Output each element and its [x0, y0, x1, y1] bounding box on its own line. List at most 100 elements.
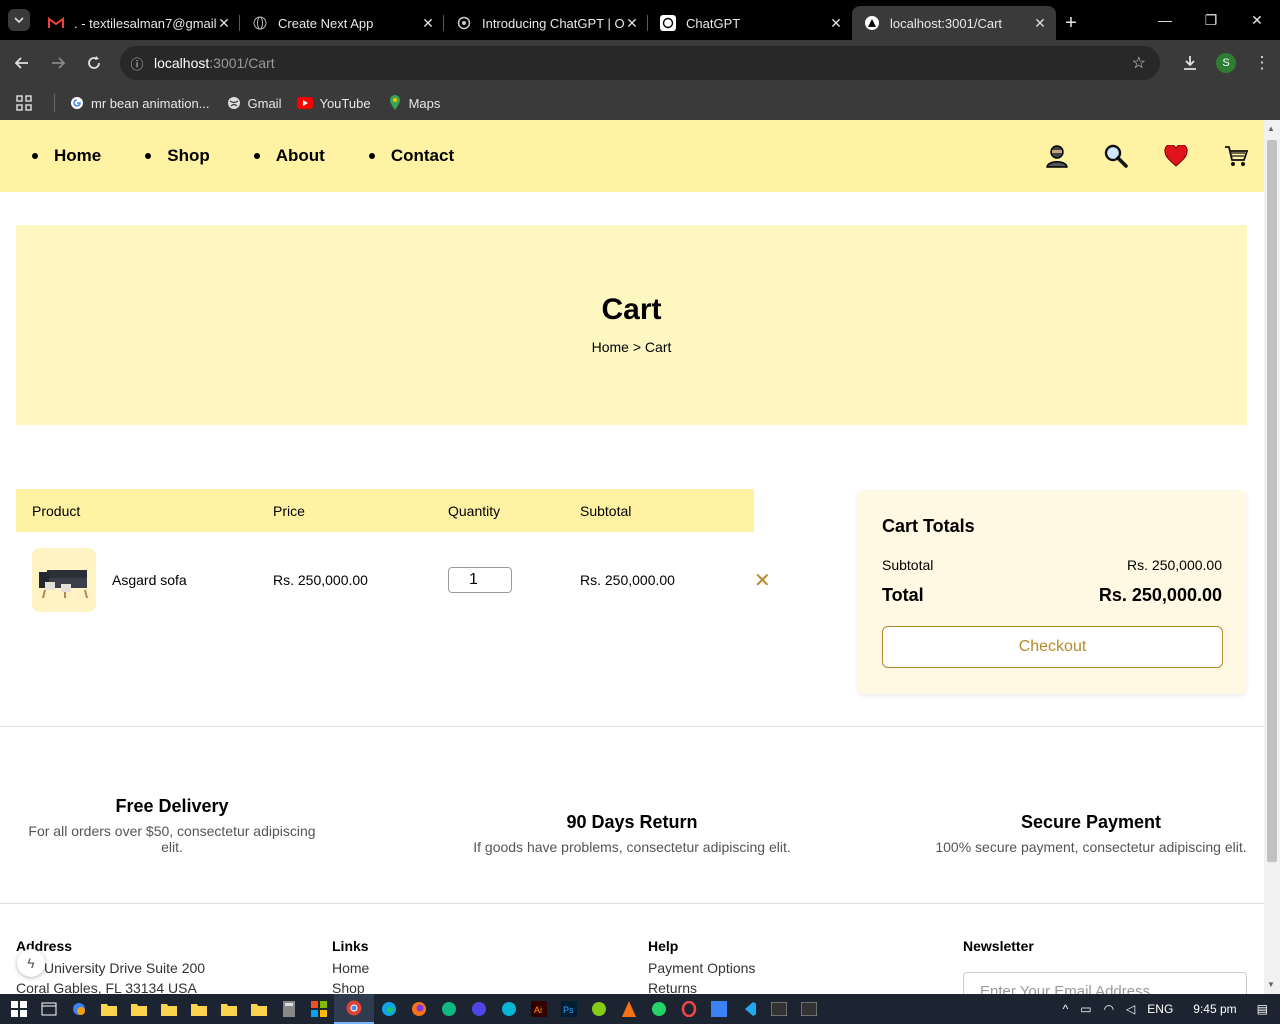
notification-icon[interactable]: ▤: [1257, 1002, 1268, 1016]
windows-start-icon[interactable]: [4, 994, 34, 1024]
browser-tab-create-next-app[interactable]: Create Next App ✕: [240, 6, 444, 40]
close-window-icon[interactable]: ✕: [1234, 0, 1280, 40]
browser-tab-introducing-chatgpt[interactable]: Introducing ChatGPT | Op ✕: [444, 6, 648, 40]
restore-icon[interactable]: ❐: [1188, 0, 1234, 40]
scroll-up-icon[interactable]: ▲: [1267, 124, 1275, 133]
close-icon[interactable]: ✕: [420, 15, 436, 32]
window-controls: — ❐ ✕: [1142, 0, 1280, 40]
nav-shop[interactable]: Shop: [145, 146, 210, 166]
footer-link-payment-options[interactable]: Payment Options: [648, 958, 755, 978]
product-name[interactable]: Asgard sofa: [112, 572, 187, 588]
newsletter-email-input[interactable]: Enter Your Email Address: [963, 972, 1247, 994]
folder-icon[interactable]: [214, 994, 244, 1024]
bookmark-gmail[interactable]: Gmail: [226, 95, 281, 111]
folder-icon[interactable]: [124, 994, 154, 1024]
new-tab-button[interactable]: +: [1056, 6, 1086, 40]
profile-button[interactable]: S: [1208, 45, 1244, 81]
page-scrollbar[interactable]: ▲ ▼: [1264, 120, 1280, 994]
photoshop-icon[interactable]: Ps: [554, 994, 584, 1024]
browser-tab-localhost-cart[interactable]: localhost:3001/Cart ✕: [852, 6, 1056, 40]
battery-icon[interactable]: ▭: [1080, 1002, 1091, 1016]
vlc-icon[interactable]: [614, 994, 644, 1024]
folder-icon[interactable]: [154, 994, 184, 1024]
store-icon[interactable]: [304, 994, 334, 1024]
footer-heading: Newsletter: [963, 938, 1034, 954]
wifi-icon[interactable]: ◠: [1104, 1002, 1114, 1016]
browser-tab-gmail[interactable]: . - textilesalman7@gmail. ✕: [36, 6, 240, 40]
account-icon[interactable]: [1008, 144, 1068, 168]
heart-icon[interactable]: [1128, 145, 1188, 167]
feature-free-delivery: Free Delivery For all orders over $50, c…: [16, 796, 328, 855]
folder-icon[interactable]: [184, 994, 214, 1024]
footer-link-shop[interactable]: Shop: [332, 978, 369, 994]
bookmark-mr-bean[interactable]: mr bean animation...: [69, 95, 210, 111]
back-icon[interactable]: [4, 45, 40, 81]
nav-about[interactable]: About: [254, 146, 325, 166]
task-view-icon[interactable]: [34, 994, 64, 1024]
bookmark-star-icon[interactable]: ☆: [1132, 53, 1146, 73]
tab-search-button[interactable]: [8, 9, 30, 31]
cart-table-header: Product Price Quantity Subtotal: [16, 489, 754, 532]
app-icon[interactable]: [434, 994, 464, 1024]
footer-help: Help Payment Options Returns: [648, 938, 755, 994]
bookmark-youtube[interactable]: YouTube: [297, 95, 371, 111]
google-icon: [69, 95, 85, 111]
minimize-icon[interactable]: —: [1142, 0, 1188, 40]
bookmark-label: YouTube: [319, 95, 371, 111]
close-icon[interactable]: ✕: [1032, 15, 1048, 32]
terminal-icon[interactable]: [794, 994, 824, 1024]
feature-title: Secure Payment: [1020, 812, 1162, 832]
nav-contact[interactable]: Contact: [369, 146, 454, 166]
site-info-icon[interactable]: ⓘ: [120, 54, 154, 73]
reload-icon[interactable]: [76, 45, 112, 81]
app-icon[interactable]: [584, 994, 614, 1024]
lightning-icon[interactable]: ϟ: [17, 949, 45, 977]
menu-icon[interactable]: ⋮: [1244, 45, 1280, 81]
app-icon[interactable]: [464, 994, 494, 1024]
firefox-icon[interactable]: [404, 994, 434, 1024]
tray-chevron-up-icon[interactable]: ^: [1063, 1002, 1069, 1016]
url-field[interactable]: ⓘ localhost :3001/Cart ☆: [120, 46, 1160, 80]
edge-icon[interactable]: [374, 994, 404, 1024]
terminal-icon[interactable]: [764, 994, 794, 1024]
product-thumbnail[interactable]: [32, 548, 96, 612]
illustrator-icon[interactable]: Ai: [524, 994, 554, 1024]
scrollbar-thumb[interactable]: [1267, 140, 1277, 862]
app-icon[interactable]: [494, 994, 524, 1024]
checkout-button[interactable]: Checkout: [882, 626, 1223, 668]
scroll-down-icon[interactable]: ▼: [1267, 980, 1275, 989]
download-icon[interactable]: [1172, 45, 1208, 81]
copilot-icon[interactable]: [64, 994, 94, 1024]
app-icon[interactable]: [704, 994, 734, 1024]
search-icon[interactable]: [1068, 144, 1128, 168]
calculator-icon[interactable]: [274, 994, 304, 1024]
total-label: Total: [882, 585, 924, 605]
footer-link-home[interactable]: Home: [332, 958, 369, 978]
tab-title: ChatGPT: [686, 15, 741, 31]
opera-icon[interactable]: [674, 994, 704, 1024]
folder-icon[interactable]: [94, 994, 124, 1024]
footer-link-returns[interactable]: Returns: [648, 978, 755, 994]
cart-icon[interactable]: [1188, 145, 1248, 167]
browser-tab-chatgpt[interactable]: ChatGPT ✕: [648, 6, 852, 40]
language-indicator[interactable]: ENG: [1147, 1002, 1173, 1016]
forward-icon[interactable]: [40, 45, 76, 81]
bookmark-maps[interactable]: Maps: [387, 95, 441, 111]
close-icon[interactable]: ✕: [216, 15, 232, 32]
close-icon[interactable]: ✕: [624, 15, 640, 32]
bookmark-label: Maps: [408, 95, 441, 111]
close-icon[interactable]: ✕: [828, 15, 844, 32]
volume-icon[interactable]: ◁: [1126, 1002, 1135, 1016]
nav-home[interactable]: Home: [32, 146, 101, 166]
vscode-icon[interactable]: [734, 994, 764, 1024]
cart-totals-title: Cart Totals: [882, 516, 975, 536]
clock[interactable]: 9:45 pm: [1193, 1002, 1236, 1016]
footer-newsletter: Newsletter: [963, 938, 1034, 958]
folder-icon[interactable]: [244, 994, 274, 1024]
whatsapp-icon[interactable]: [644, 994, 674, 1024]
product-cell: Asgard sofa: [16, 548, 273, 612]
quantity-input[interactable]: 1: [448, 567, 512, 593]
apps-icon[interactable]: [16, 95, 32, 111]
chrome-taskbar-icon[interactable]: [334, 994, 374, 1024]
remove-item-icon[interactable]: ✕: [754, 568, 771, 593]
